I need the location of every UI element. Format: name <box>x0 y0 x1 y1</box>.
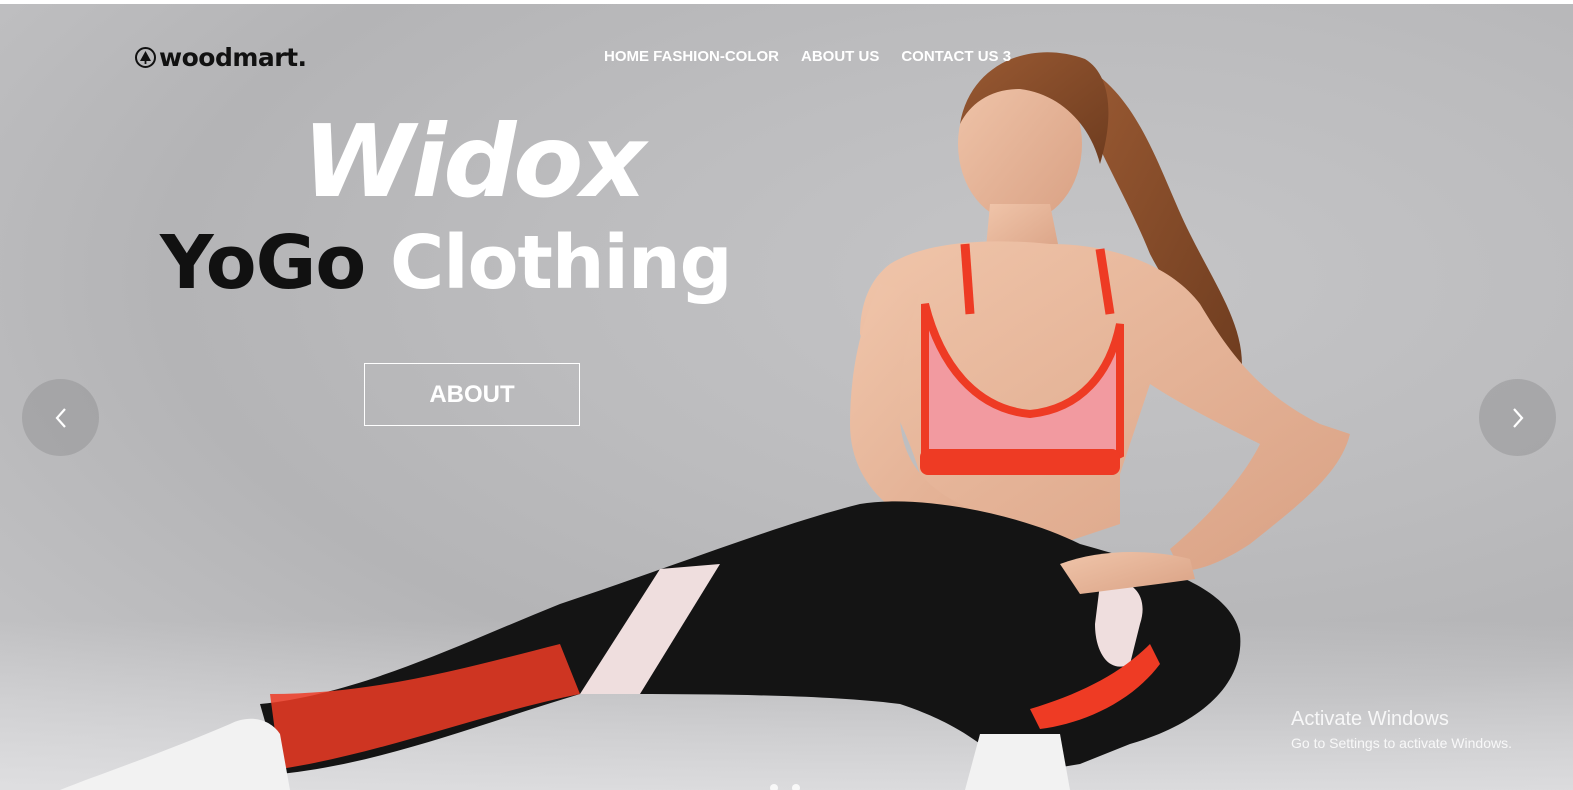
watermark-line1: Activate Windows <box>1291 708 1449 730</box>
site-logo[interactable]: woodmart. <box>135 42 307 72</box>
slider-pagination <box>770 784 800 790</box>
about-button[interactable]: ABOUT <box>364 363 580 426</box>
nav-about-us[interactable]: ABOUT US <box>801 48 879 65</box>
hero-image <box>60 52 1350 790</box>
chevron-right-icon <box>1512 407 1523 428</box>
watermark-line2: Go to Settings to activate Windows. <box>1291 735 1512 751</box>
main-nav: HOME FASHION-COLOR ABOUT US CONTACT US 3 <box>604 48 1011 65</box>
tree-icon <box>135 46 156 68</box>
hero-slider: woodmart. HOME FASHION-COLOR ABOUT US CO… <box>0 4 1573 790</box>
windows-activation-watermark: Activate Windows Go to Settings to activ… <box>1291 708 1512 751</box>
slider-prev-button[interactable] <box>22 379 99 456</box>
hero-title-dark-word: YoGo <box>160 220 366 306</box>
slider-dot[interactable] <box>770 784 778 790</box>
nav-home-fashion-color[interactable]: HOME FASHION-COLOR <box>604 48 779 65</box>
hero-title-line2: YoGo Clothing <box>160 226 733 300</box>
hero-title-line1: Widox <box>302 103 646 220</box>
hero-title-light-word: Clothing <box>389 220 733 306</box>
chevron-left-icon <box>55 407 66 428</box>
logo-text: woodmart. <box>159 42 307 72</box>
slider-next-button[interactable] <box>1479 379 1556 456</box>
slider-dot[interactable] <box>792 784 800 790</box>
nav-contact-us-3[interactable]: CONTACT US 3 <box>901 48 1011 65</box>
